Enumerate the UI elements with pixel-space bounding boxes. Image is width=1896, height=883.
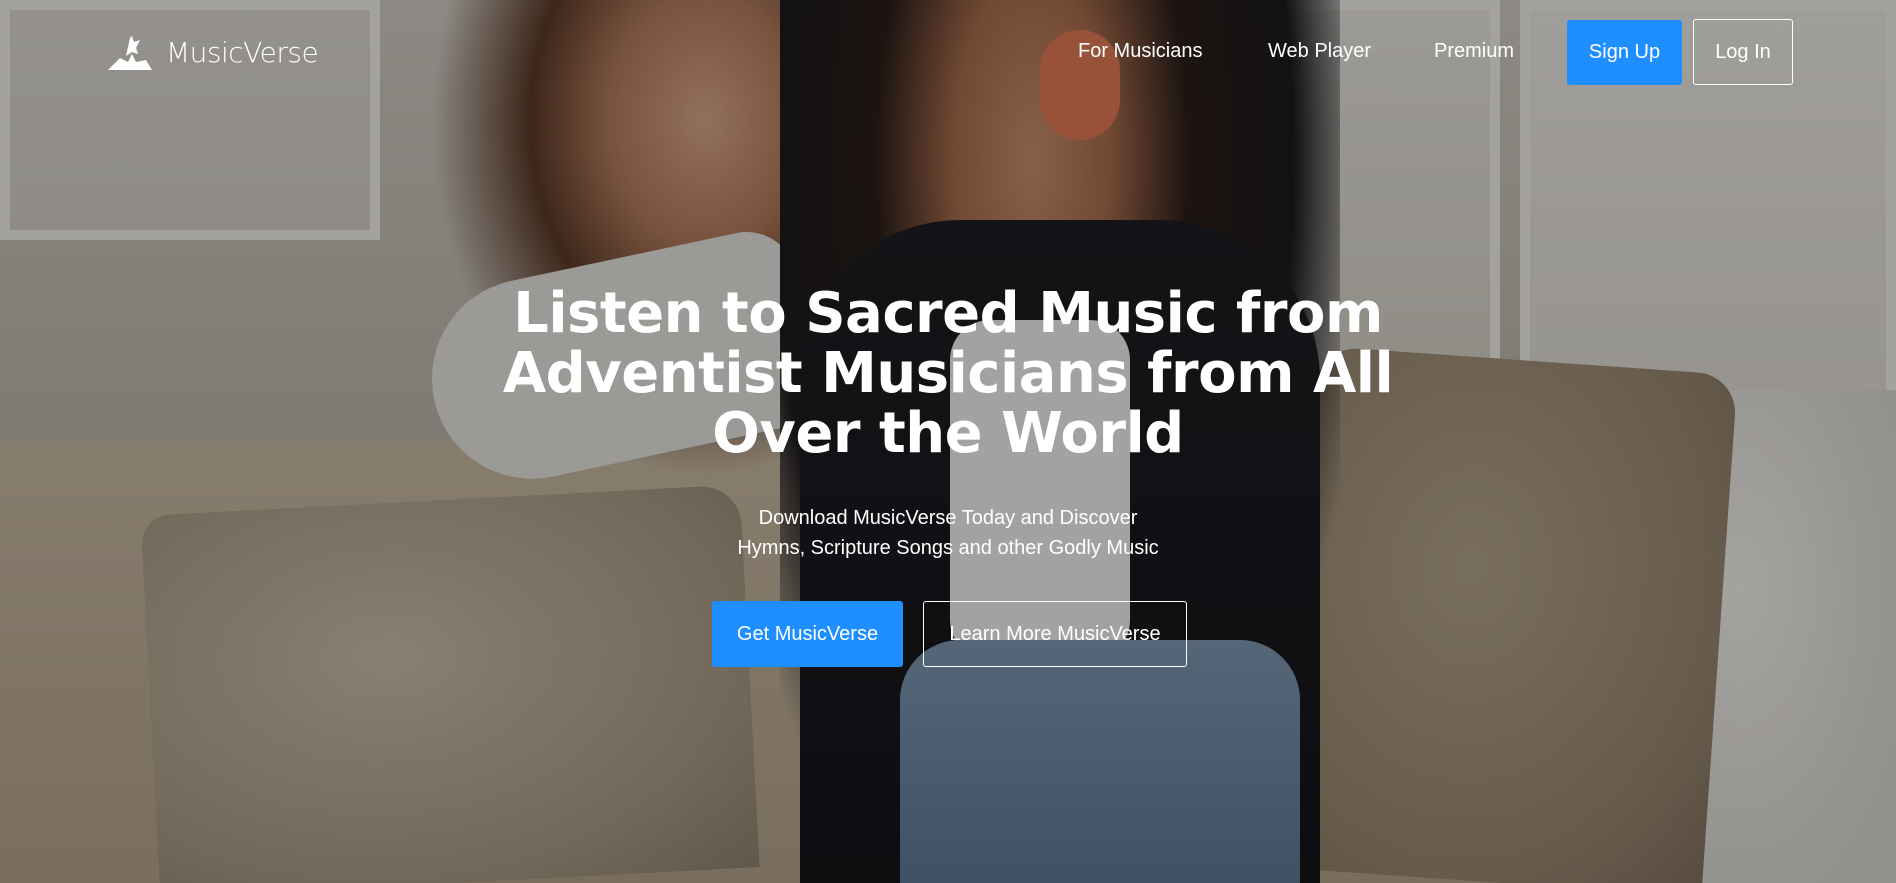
brand-logo-link[interactable]: MusicVerse xyxy=(106,32,319,72)
hero-headline: Listen to Sacred Music from Adventist Mu… xyxy=(448,284,1448,464)
hero-section: MusicVerse For Musicians Web Player Prem… xyxy=(0,0,1896,883)
nav-link-premium[interactable]: Premium xyxy=(1434,40,1514,63)
nav-link-for-musicians[interactable]: For Musicians xyxy=(1078,40,1202,63)
log-in-button[interactable]: Log In xyxy=(1693,19,1793,85)
hero-subtitle-line-1: Download MusicVerse Today and Discover xyxy=(758,507,1138,529)
hero-headline-line-1: Listen to Sacred Music from xyxy=(513,281,1383,346)
brand-name: MusicVerse xyxy=(166,35,319,69)
hero-headline-line-2: Adventist Musicians from All xyxy=(502,341,1394,406)
learn-more-button[interactable]: Learn More MusicVerse xyxy=(923,601,1187,667)
hero-headline-line-3: Over the World xyxy=(712,401,1184,466)
nav-link-web-player[interactable]: Web Player xyxy=(1268,40,1371,63)
sign-up-button[interactable]: Sign Up xyxy=(1567,20,1682,85)
site-header: MusicVerse For Musicians Web Player Prem… xyxy=(0,0,1896,104)
hands-dove-icon xyxy=(108,36,152,70)
get-musicverse-button[interactable]: Get MusicVerse xyxy=(712,601,903,667)
hero-subtitle-line-2: Hymns, Scripture Songs and other Godly M… xyxy=(737,537,1159,559)
